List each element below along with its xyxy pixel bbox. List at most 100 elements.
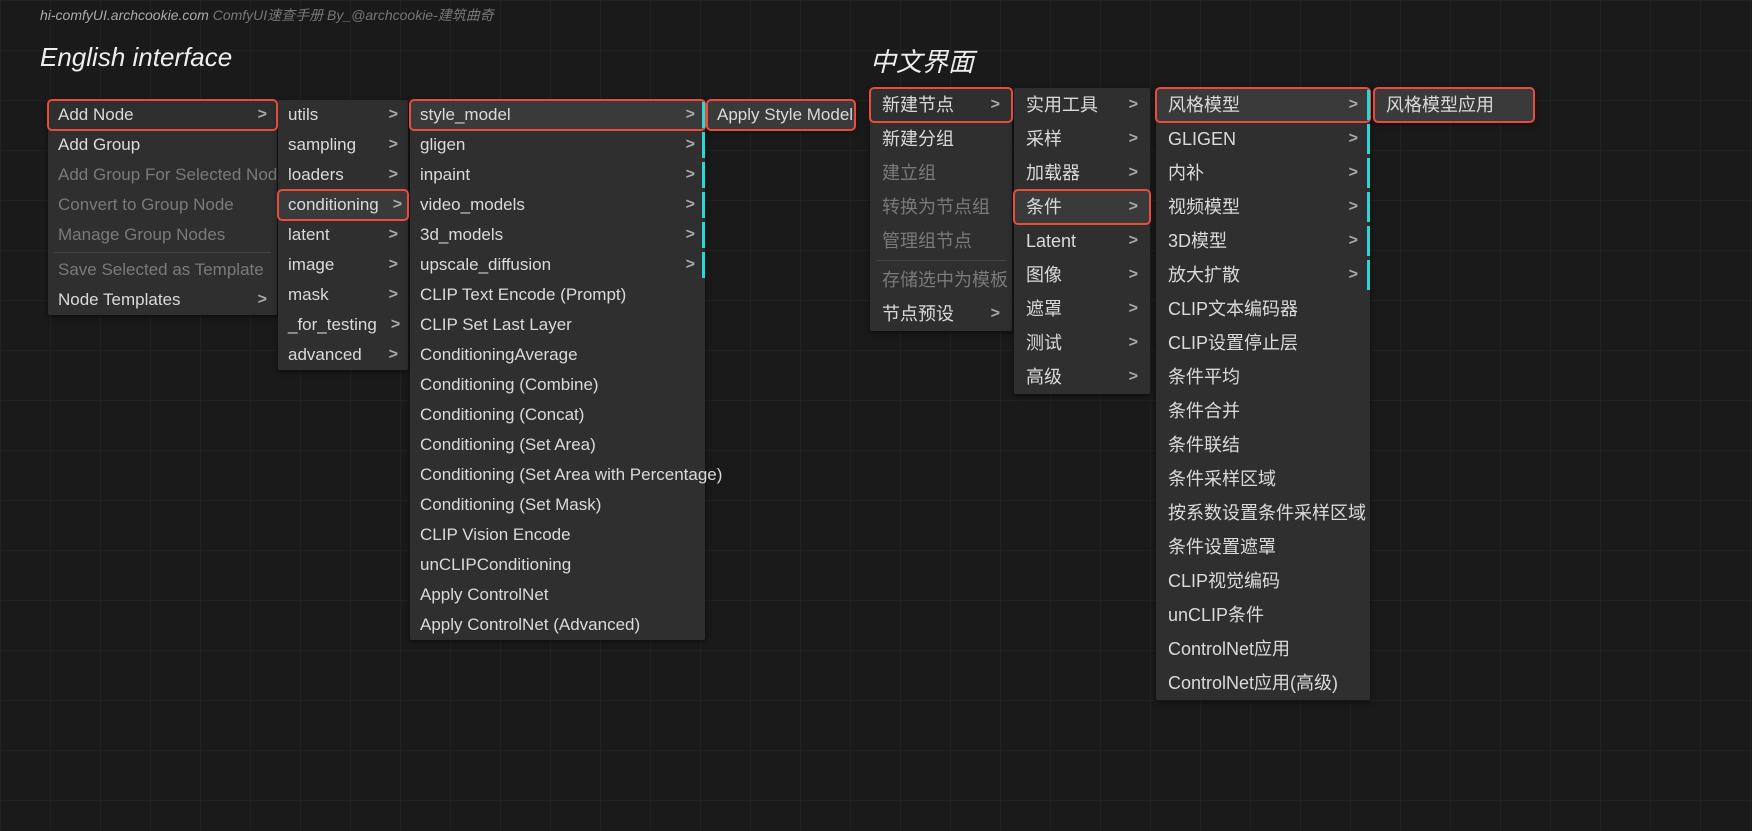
en-menu-item-conditioningaverage[interactable]: ConditioningAverage [410, 340, 705, 370]
menu-item-label: Apply Style Model [717, 104, 853, 126]
zh-menu-item-高级[interactable]: 高级> [1014, 360, 1150, 394]
en-menu-item-loaders[interactable]: loaders> [278, 160, 408, 190]
en-menu-item-utils[interactable]: utils> [278, 100, 408, 130]
menu-item-label: CLIP设置停止层 [1168, 332, 1298, 354]
menu-item-label: 测试 [1026, 332, 1062, 354]
chevron-right-icon: > [389, 284, 398, 306]
en-menu-item-conditioning-combine[interactable]: Conditioning (Combine) [410, 370, 705, 400]
zh-menu-item-条件联结[interactable]: 条件联结 [1156, 428, 1370, 462]
en-menu-item-add-group[interactable]: Add Group [48, 130, 277, 160]
en-menu-item-image[interactable]: image> [278, 250, 408, 280]
zh-menu-item-条件设置遮罩[interactable]: 条件设置遮罩 [1156, 530, 1370, 564]
zh-menu-item-unclip条件[interactable]: unCLIP条件 [1156, 598, 1370, 632]
zh-menu-item-新建节点[interactable]: 新建节点> [870, 88, 1012, 122]
en-menu-item-video-models[interactable]: video_models> [410, 190, 705, 220]
zh-menu-item-风格模型[interactable]: 风格模型> [1156, 88, 1370, 122]
en-menu-item-apply-controlnet-advanced[interactable]: Apply ControlNet (Advanced) [410, 610, 705, 640]
chevron-right-icon: > [1349, 94, 1358, 116]
en-menu-item-unclipconditioning[interactable]: unCLIPConditioning [410, 550, 705, 580]
en-menu-item-add-node[interactable]: Add Node > [48, 100, 277, 130]
zh-menu-item-条件平均[interactable]: 条件平均 [1156, 360, 1370, 394]
section-title-english: English interface [40, 42, 232, 73]
chevron-right-icon: > [389, 254, 398, 276]
zh-menu-item-controlnet应用-高级[interactable]: ControlNet应用(高级) [1156, 666, 1370, 700]
zh-menu-level-1: 新建节点>新建分组建立组转换为节点组管理组节点存储选中为模板节点预设> [870, 88, 1012, 331]
en-menu-item-inpaint[interactable]: inpaint> [410, 160, 705, 190]
en-menu-item-clip-text-encode-prompt[interactable]: CLIP Text Encode (Prompt) [410, 280, 705, 310]
en-menu-item-clip-vision-encode[interactable]: CLIP Vision Encode [410, 520, 705, 550]
chevron-right-icon: > [1129, 94, 1138, 116]
en-menu-item-for-testing[interactable]: _for_testing> [278, 310, 408, 340]
header-desc: ComfyUI速查手册 By_@archcookie-建筑曲奇 [213, 7, 494, 23]
zh-menu-item-条件采样区域[interactable]: 条件采样区域 [1156, 462, 1370, 496]
zh-menu-item-3d模型[interactable]: 3D模型> [1156, 224, 1370, 258]
en-menu-item-conditioning-set-area[interactable]: Conditioning (Set Area) [410, 430, 705, 460]
en-menu-item-latent[interactable]: latent> [278, 220, 408, 250]
chevron-right-icon: > [1349, 230, 1358, 252]
chevron-right-icon: > [991, 303, 1000, 325]
zh-menu-item-条件[interactable]: 条件> [1014, 190, 1150, 224]
zh-menu-item-实用工具[interactable]: 实用工具> [1014, 88, 1150, 122]
zh-menu-item-controlnet应用[interactable]: ControlNet应用 [1156, 632, 1370, 666]
menu-item-label: 条件设置遮罩 [1168, 536, 1276, 558]
zh-menu-item-gligen[interactable]: GLIGEN> [1156, 122, 1370, 156]
zh-menu-item-风格模型应用[interactable]: 风格模型应用 [1374, 88, 1534, 122]
menu-item-label: Add Node [58, 104, 134, 126]
zh-menu-item-clip设置停止层[interactable]: CLIP设置停止层 [1156, 326, 1370, 360]
chevron-right-icon: > [1349, 264, 1358, 286]
chevron-right-icon: > [1129, 196, 1138, 218]
menu-item-label: Node Templates [58, 289, 181, 311]
en-menu-item-node-templates[interactable]: Node Templates> [48, 285, 277, 315]
en-menu-item-clip-set-last-layer[interactable]: CLIP Set Last Layer [410, 310, 705, 340]
zh-menu-item-图像[interactable]: 图像> [1014, 258, 1150, 292]
en-menu-item-advanced[interactable]: advanced> [278, 340, 408, 370]
en-menu-level-2: utils>sampling>loaders>conditioning>late… [278, 100, 408, 370]
menu-item-label: 管理组节点 [882, 230, 972, 252]
zh-menu-item-放大扩散[interactable]: 放大扩散> [1156, 258, 1370, 292]
zh-menu-item-latent[interactable]: Latent> [1014, 224, 1150, 258]
en-menu-item-conditioning-set-area-with-percentage[interactable]: Conditioning (Set Area with Percentage) [410, 460, 705, 490]
chevron-right-icon: > [389, 344, 398, 366]
en-menu-item-style-model[interactable]: style_model> [410, 100, 705, 130]
en-menu-item-conditioning[interactable]: conditioning> [278, 190, 408, 220]
zh-menu-item-视频模型[interactable]: 视频模型> [1156, 190, 1370, 224]
en-menu-item-conditioning-concat[interactable]: Conditioning (Concat) [410, 400, 705, 430]
zh-menu-item-测试[interactable]: 测试> [1014, 326, 1150, 360]
menu-item-label: Conditioning (Set Mask) [420, 494, 601, 516]
menu-item-label: Convert to Group Node [58, 194, 234, 216]
en-menu-item-gligen[interactable]: gligen> [410, 130, 705, 160]
menu-item-label: video_models [420, 194, 525, 216]
zh-menu-level-3: 风格模型>GLIGEN>内补>视频模型>3D模型>放大扩散>CLIP文本编码器 C… [1156, 88, 1370, 700]
zh-menu-item-存储选中为模板: 存储选中为模板 [870, 263, 1012, 297]
menu-item-label: 加载器 [1026, 162, 1080, 184]
zh-menu-item-按系数设置条件采样区域[interactable]: 按系数设置条件采样区域 [1156, 496, 1370, 530]
zh-menu-item-管理组节点: 管理组节点 [870, 224, 1012, 258]
zh-menu-item-clip视觉编码[interactable]: CLIP视觉编码 [1156, 564, 1370, 598]
menu-item-label: 条件平均 [1168, 366, 1240, 388]
menu-item-label: CLIP Vision Encode [420, 524, 571, 546]
menu-item-label: Save Selected as Template [58, 259, 264, 281]
menu-item-label: latent [288, 224, 330, 246]
zh-menu-item-clip文本编码器[interactable]: CLIP文本编码器 [1156, 292, 1370, 326]
zh-menu-item-内补[interactable]: 内补> [1156, 156, 1370, 190]
menu-item-label: 节点预设 [882, 303, 954, 325]
menu-item-label: 新建分组 [882, 128, 954, 150]
en-menu-item-apply-controlnet[interactable]: Apply ControlNet [410, 580, 705, 610]
zh-menu-item-加载器[interactable]: 加载器> [1014, 156, 1150, 190]
chevron-right-icon: > [1129, 128, 1138, 150]
en-menu-item-sampling[interactable]: sampling> [278, 130, 408, 160]
en-menu-item-conditioning-set-mask[interactable]: Conditioning (Set Mask) [410, 490, 705, 520]
menu-item-label: gligen [420, 134, 465, 156]
en-menu-item-3d-models[interactable]: 3d_models> [410, 220, 705, 250]
chevron-right-icon: > [1129, 366, 1138, 388]
zh-menu-item-条件合并[interactable]: 条件合并 [1156, 394, 1370, 428]
menu-divider [876, 260, 1006, 261]
en-menu-item-upscale-diffusion[interactable]: upscale_diffusion> [410, 250, 705, 280]
en-menu-item-mask[interactable]: mask> [278, 280, 408, 310]
zh-menu-item-节点预设[interactable]: 节点预设 > [870, 297, 1012, 331]
en-menu-item-apply-style-model[interactable]: Apply Style Model [707, 100, 855, 130]
zh-menu-item-新建分组[interactable]: 新建分组 [870, 122, 1012, 156]
zh-menu-item-遮罩[interactable]: 遮罩> [1014, 292, 1150, 326]
zh-menu-item-采样[interactable]: 采样> [1014, 122, 1150, 156]
chevron-right-icon: > [258, 104, 267, 126]
